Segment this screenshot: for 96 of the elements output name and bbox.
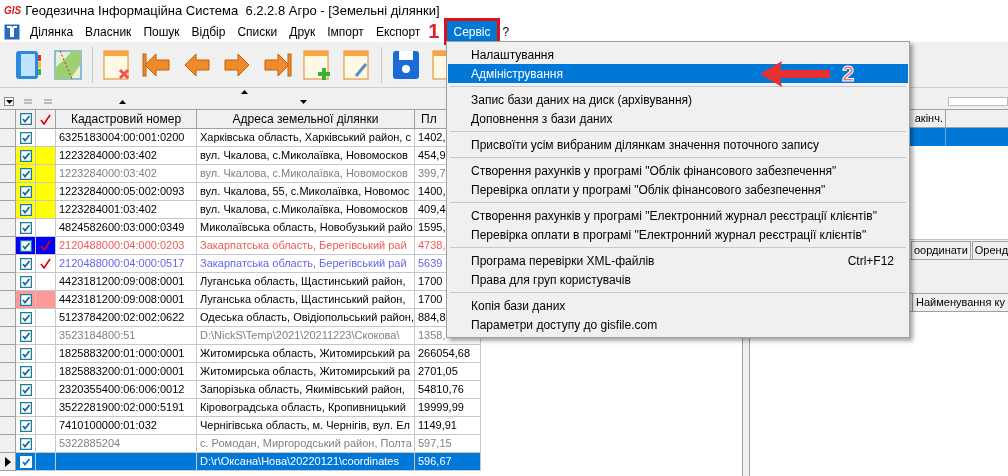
sort-up-icon[interactable] [119, 99, 126, 104]
table-cell: 2320355400:06:006:0012 [56, 381, 197, 399]
step-number: 2 [842, 62, 855, 86]
row-indicator[interactable] [0, 453, 16, 471]
checkbox-icon[interactable] [19, 293, 32, 306]
table-cell [946, 128, 1008, 146]
table-cell: 1223284000:05:002:0093 [56, 183, 197, 201]
checkbox-icon[interactable] [19, 383, 32, 396]
menu-item[interactable]: Друк [283, 21, 322, 42]
menu-item[interactable]: Сервіс [447, 21, 497, 42]
right-filter-field[interactable] [948, 97, 1008, 106]
table-cell: вул. Чкалова, с.Миколаївка, Новомосков [197, 201, 415, 219]
table-cell: 1825883200:01:000:0001 [56, 363, 197, 381]
menu-item[interactable]: Ділянка [24, 21, 80, 42]
table-cell: 4423181200:09:008:0001 [56, 291, 197, 309]
table-cell: 19999,99 [415, 399, 481, 417]
window-title: Геодезична Інформаційна Система 6.2.2.8 Агро - [Земельні ділянки] [25, 1, 440, 20]
table-cell: 2701,05 [415, 363, 481, 381]
checkbox-icon[interactable] [19, 365, 32, 378]
table-cell: вул. Чкалова, с.Миколаївка, Новомосков [197, 165, 415, 183]
menu-item[interactable]: Списки [231, 21, 284, 42]
table-cell: Харківська область, Харківський район, с [197, 129, 415, 147]
table-cell: 3522281900:02:000:5191 [56, 399, 197, 417]
table-cell: 54810,76 [415, 381, 481, 399]
column-header[interactable]: акінч. [914, 110, 943, 127]
table-cell: 1223284000:03:402 [56, 147, 197, 165]
checkbox-icon[interactable] [19, 131, 32, 144]
tab[interactable]: Оренд [971, 241, 1008, 259]
menu-item[interactable]: Експорт [369, 21, 427, 42]
table-cell: D:\NickS\Temp\2021\20211223\Скокова\ [197, 327, 415, 345]
map-icon[interactable] [52, 47, 84, 82]
checkbox-icon[interactable] [19, 113, 32, 125]
checkbox-icon[interactable] [19, 257, 32, 270]
table-cell: 2120488000:04:000:0517 [56, 255, 197, 273]
table-cell: 596,67 [415, 453, 481, 471]
table-cell: Закарпатська область, Берегівський рай [197, 237, 415, 255]
step-number: 1 [428, 21, 440, 42]
table-cell: 3523184800:51 [56, 327, 197, 345]
table-cell: 1825883200:01:000:0001 [56, 345, 197, 363]
menu-item[interactable]: Власник [79, 21, 138, 42]
menu-item[interactable]: Імпорт [321, 21, 370, 42]
app-logo: GIS [4, 4, 22, 18]
table-cell: Миколаївська область, Новобузький райо [197, 219, 415, 237]
checkbox-icon[interactable] [19, 185, 32, 198]
table-cell: вул. Чкалова, с.Миколаївка, Новомосков [197, 147, 415, 165]
table-cell: 1223284001:03:402 [56, 201, 197, 219]
checkbox-icon[interactable] [19, 437, 32, 450]
current-row-icon [4, 456, 11, 467]
table-cell: 266054,68 [415, 345, 481, 363]
menu-entry[interactable]: Доповнення з бази даних [448, 109, 908, 128]
table-cell: 5123784200:02:002:0622 [56, 309, 197, 327]
checkbox-icon[interactable] [19, 221, 32, 234]
checkbox-icon[interactable] [19, 329, 32, 342]
table-cell: D:\r\Оксана\Нова\20220121\coordinates [197, 453, 415, 471]
table-cell: 1149,91 [415, 417, 481, 435]
table-cell: Одеська область, Овідіопольський район, [197, 309, 415, 327]
table-cell: 1223284000:03:402 [56, 165, 197, 183]
menu-item[interactable]: ? [496, 21, 516, 42]
column-header[interactable]: Кадастровий номер [56, 110, 197, 128]
table-cell: Чернігівська область, м. Чернігів, вул. Ел [197, 417, 415, 435]
table-cell: Закарпатська область, Берегівський рай [197, 255, 415, 273]
menu-item[interactable]: Пошук [137, 21, 186, 42]
menu-item[interactable]: Відбір [185, 21, 232, 42]
table-cell: Луганська область, Щастинський район, [197, 291, 415, 309]
checkbox-icon[interactable] [19, 401, 32, 414]
table-cell: 2120488000:04:000:0203 [56, 237, 197, 255]
tab[interactable]: оординати [911, 241, 971, 259]
collapse-icon[interactable] [240, 90, 248, 94]
table-cell: Житомирська область, Житомирський ра [197, 345, 415, 363]
checkbox-icon[interactable] [19, 419, 32, 432]
menu-entry[interactable]: Налаштування [448, 45, 908, 64]
app-icon[interactable] [4, 23, 20, 40]
table-cell: 7410100000:01:032 [56, 417, 197, 435]
shortcut-label: Ctrl+F12 [847, 252, 894, 270]
table-cell: Кіровоградська область, Кропивницький [197, 399, 415, 417]
checkbox-icon[interactable] [19, 167, 32, 180]
add-record-icon[interactable] [301, 47, 333, 82]
table-cell: вул. Чкалова, 55, с.Миколаївка, Новомос [197, 183, 415, 201]
menu-entry[interactable]: Запис бази даних на диск (архівування) [448, 90, 908, 109]
tick-icon [40, 113, 51, 125]
checkbox-icon[interactable] [19, 149, 32, 162]
checkbox-icon[interactable] [19, 239, 32, 252]
table-cell: Запорізька область, Якимівський район, [197, 381, 415, 399]
checkbox-icon[interactable] [19, 311, 32, 324]
column-header[interactable]: Адреса земельної ділянки [197, 110, 415, 128]
table-cell: Луганська область, Щастинський район, [197, 273, 415, 291]
checkbox-icon[interactable] [19, 203, 32, 216]
checkbox-icon[interactable] [19, 347, 32, 360]
table-cell: 4824582600:03:000:0349 [56, 219, 197, 237]
sort-down-icon[interactable] [300, 99, 307, 104]
pointer-arrow-icon [760, 60, 830, 88]
checkbox-icon[interactable] [19, 275, 32, 288]
column-header[interactable]: Найменування ку [912, 294, 1008, 311]
table-cell: Житомирська область, Житомирський ра [197, 363, 415, 381]
table-cell: 4423181200:09:008:0001 [56, 273, 197, 291]
table-cell: 6325183004:00:001:0200 [56, 129, 197, 147]
